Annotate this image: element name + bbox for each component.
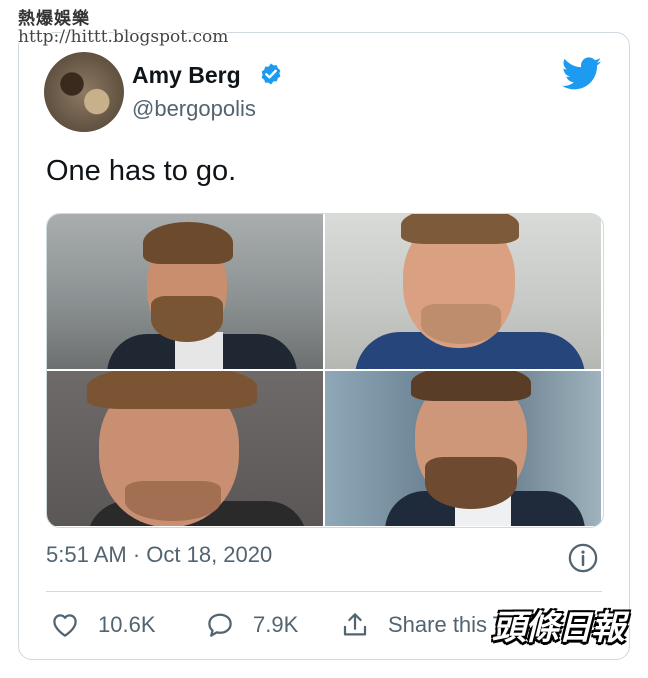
reply-bubble-icon — [208, 613, 232, 637]
media-photo-4[interactable] — [325, 371, 601, 526]
watermark-site-url: http://hittt.blogspot.com — [18, 27, 229, 47]
media-photo-3[interactable] — [47, 371, 323, 526]
media-photo-2[interactable] — [325, 214, 601, 369]
tweet-timestamp[interactable]: 5:51 AM · Oct 18, 2020 — [46, 542, 272, 568]
author-name[interactable]: Amy Berg — [132, 62, 241, 89]
like-button[interactable]: 10.6K — [50, 610, 156, 640]
reply-count: 7.9K — [253, 612, 299, 637]
tweet-media-grid — [46, 213, 604, 528]
media-photo-1[interactable] — [47, 214, 323, 369]
watermark-site-name: 熱爆娛樂 — [18, 9, 90, 29]
like-count: 10.6K — [98, 612, 156, 637]
watermark-newspaper: 頭條日報 — [492, 608, 625, 648]
heart-icon — [53, 614, 77, 637]
avatar[interactable] — [44, 52, 124, 132]
twitter-bird-icon[interactable] — [562, 57, 602, 91]
info-icon[interactable] — [568, 543, 598, 573]
tweet-text: One has to go. — [46, 155, 237, 187]
divider — [46, 591, 602, 592]
reply-button[interactable]: 7.9K — [205, 610, 298, 640]
author-handle[interactable]: @bergopolis — [132, 96, 256, 122]
verified-badge-icon — [261, 63, 281, 85]
share-icon — [343, 613, 367, 636]
